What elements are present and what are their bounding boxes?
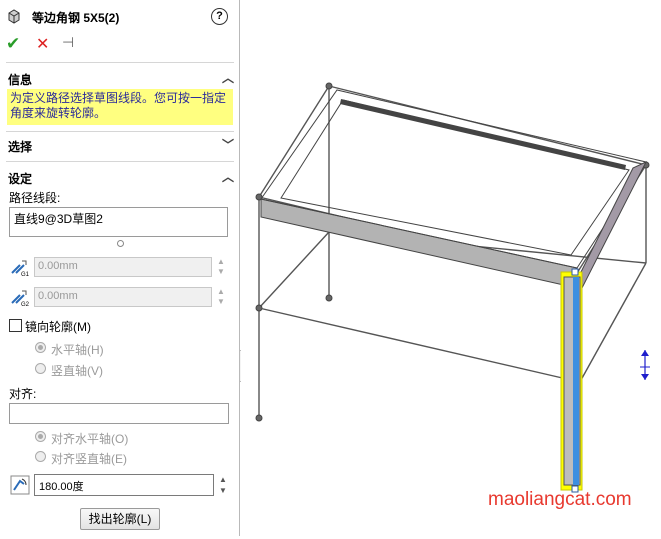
3d-model-view[interactable] (99, 0, 661, 536)
chevron-down-icon[interactable]: ﹀ (222, 136, 234, 153)
horizontal-axis-radio[interactable] (35, 342, 46, 353)
path-segment-list[interactable]: 直线9@3D草图2 (9, 207, 228, 237)
path-segment-label: 路径线段: (9, 191, 61, 205)
info-section-title: 信息 (8, 73, 33, 87)
alignment-input[interactable] (9, 403, 229, 424)
graphics-viewport[interactable]: maoliangcat.com (99, 0, 661, 536)
alignment-label: 对齐: (9, 387, 37, 401)
sketch-point[interactable] (255, 304, 263, 312)
sketch-point[interactable] (325, 82, 333, 90)
panel-title-row: 等边角钢 5X5(2) ? (6, 7, 234, 27)
settings-section-header[interactable]: 设定 ︿ (8, 170, 234, 188)
vertical-axis-radio[interactable] (35, 363, 46, 374)
align-horizontal-radio[interactable] (35, 431, 46, 442)
resize-handle[interactable] (117, 240, 124, 247)
sketch-line[interactable] (258, 85, 330, 198)
panel-title: 等边角钢 5X5(2) (32, 11, 120, 25)
align-vertical-label: 对齐竖直轴(E) (51, 452, 127, 466)
vertical-axis-label: 竖直轴(V) (51, 364, 103, 378)
property-manager-panel: 等边角钢 5X5(2) ? ✔ ✕ ⊣ 信息 ︿ 为定义路径选择草图线段。您可按… (0, 0, 240, 536)
pin-icon[interactable]: ⊣ (62, 34, 74, 51)
align-vertical-radio[interactable] (35, 451, 46, 462)
gap-g1-input[interactable]: 0.00mm (34, 257, 212, 277)
ok-check-icon[interactable]: ✔ (6, 34, 20, 54)
watermark-text: maoliangcat.com (488, 489, 632, 510)
mirror-profile-checkbox[interactable] (9, 319, 22, 332)
structure-member-icon (8, 9, 20, 24)
sketch-line[interactable] (258, 307, 572, 381)
rotation-angle-icon (10, 475, 30, 495)
sketch-line[interactable] (258, 231, 330, 309)
chevron-up-icon[interactable]: ︿ (222, 168, 234, 185)
selected-vertical-member[interactable] (560, 268, 583, 493)
rotation-angle-input[interactable]: 180.00度 (34, 474, 214, 496)
rotation-angle-spinner[interactable]: ▲ ▼ (216, 474, 230, 496)
chevron-up-icon[interactable]: ︿ (222, 69, 234, 86)
gap-g2-input[interactable]: 0.00mm (34, 287, 212, 307)
sketch-point[interactable] (325, 294, 333, 302)
svg-text:G2: G2 (21, 302, 30, 307)
gap-g2-icon: G2 (11, 290, 30, 307)
sketch-point[interactable] (255, 414, 263, 422)
mirror-profile-label: 镜向轮廓(M) (25, 320, 91, 334)
selection-section-title: 选择 (8, 140, 33, 154)
gap-g1-icon: G1 (11, 260, 30, 277)
sketch-line[interactable] (580, 262, 647, 381)
divider (6, 62, 234, 63)
selection-section-header[interactable]: 选择 ﹀ (8, 138, 234, 156)
divider (6, 131, 234, 132)
info-message: 为定义路径选择草图线段。您可按一指定角度来旋转轮廓。 (7, 89, 233, 125)
svg-text:G1: G1 (21, 272, 30, 277)
settings-section-title: 设定 (8, 172, 33, 186)
align-horizontal-label: 对齐水平轴(O) (51, 432, 129, 446)
find-profile-button[interactable]: 找出轮廓(L) (80, 508, 160, 530)
help-icon[interactable]: ? (211, 8, 228, 25)
info-section-header[interactable]: 信息 ︿ (8, 71, 234, 89)
list-item[interactable]: 直线9@3D草图2 (14, 210, 223, 227)
triad-axis-icon (640, 350, 650, 380)
horizontal-axis-label: 水平轴(H) (51, 343, 104, 357)
gap-g1-spinner[interactable]: ▲ ▼ (214, 257, 228, 277)
top-frame-members[interactable] (260, 89, 648, 290)
cancel-x-icon[interactable]: ✕ (36, 34, 49, 54)
divider (6, 161, 234, 162)
gap-g2-spinner[interactable]: ▲ ▼ (214, 287, 228, 307)
